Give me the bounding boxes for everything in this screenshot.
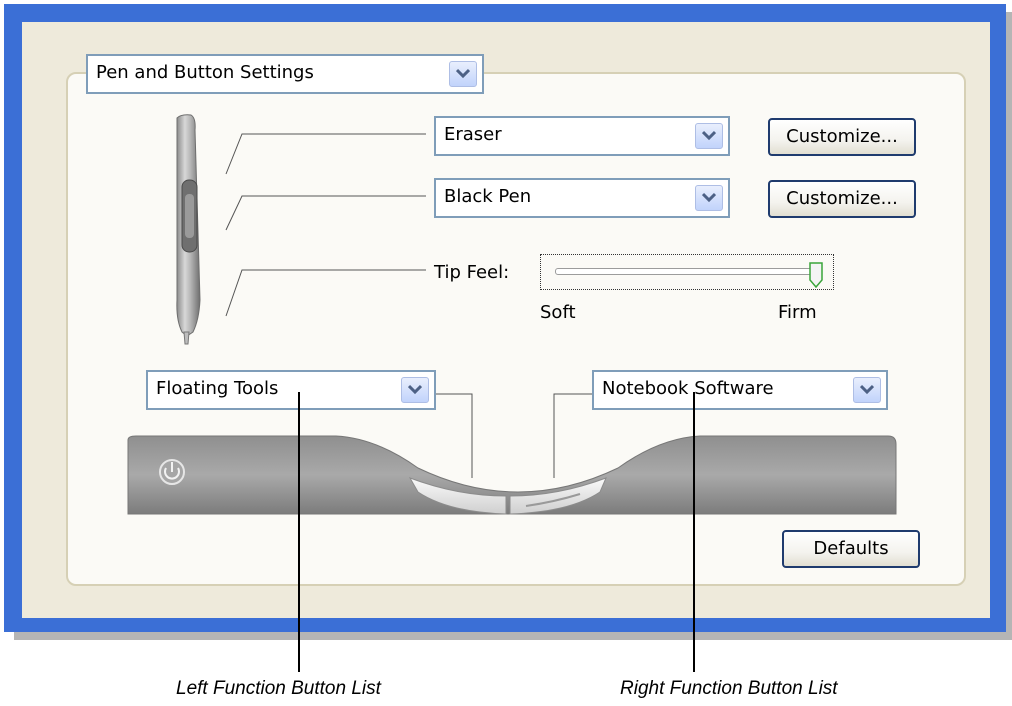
- lower-side-button-value: Black Pen: [444, 186, 532, 207]
- upper-side-button-select[interactable]: Eraser: [434, 116, 730, 156]
- chevron-down-icon[interactable]: [695, 185, 723, 211]
- device-illustration: [127, 393, 897, 515]
- chevron-down-icon[interactable]: [695, 123, 723, 149]
- customize-upper-button[interactable]: Customize...: [768, 118, 916, 156]
- tip-feel-firm-label: Firm: [778, 302, 817, 323]
- left-function-caption: Left Function Button List: [176, 678, 381, 699]
- pen-illustration: [176, 114, 426, 345]
- defaults-button[interactable]: Defaults: [782, 530, 920, 568]
- power-icon: [159, 459, 185, 485]
- customize-lower-button[interactable]: Customize...: [768, 180, 916, 218]
- slider-thumb[interactable]: [809, 262, 823, 288]
- upper-side-button-value: Eraser: [444, 124, 502, 145]
- lower-side-button-select[interactable]: Black Pen: [434, 178, 730, 218]
- right-function-caption: Right Function Button List: [620, 678, 838, 699]
- tip-feel-label: Tip Feel:: [434, 262, 510, 283]
- settings-type-select[interactable]: Pen and Button Settings: [86, 54, 484, 94]
- slider-track: [555, 268, 819, 275]
- tip-feel-slider[interactable]: [540, 254, 834, 290]
- tip-feel-soft-label: Soft: [540, 302, 576, 323]
- settings-type-value: Pen and Button Settings: [96, 62, 314, 83]
- chevron-down-icon[interactable]: [449, 61, 477, 87]
